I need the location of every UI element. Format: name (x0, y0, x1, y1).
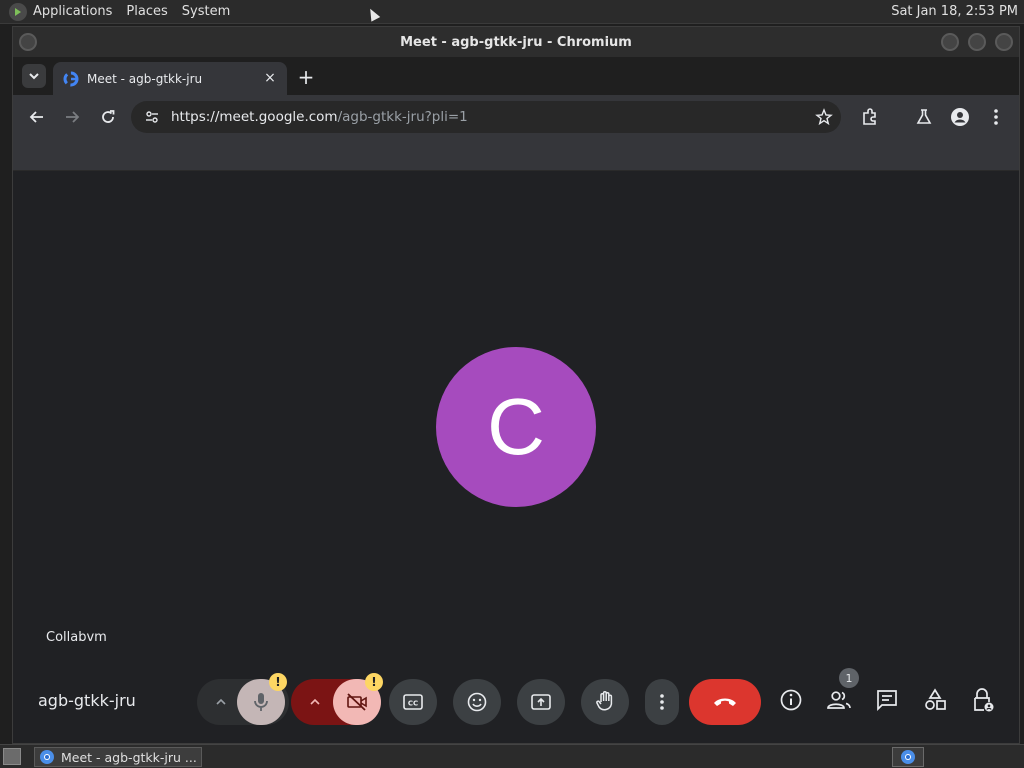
tab-strip: Meet - agb-gtkk-jru × + (13, 57, 1019, 95)
menu-applications[interactable]: Applications (33, 4, 112, 19)
top-panel: Applications Places System Sat Jan 18, 2… (0, 0, 1024, 24)
emoji-smile-icon (467, 692, 487, 712)
back-button[interactable] (25, 105, 49, 129)
svg-text:CC: CC (408, 700, 418, 708)
google-favicon-icon (63, 71, 79, 86)
microphone-icon (254, 693, 268, 711)
present-screen-icon (531, 694, 551, 710)
chevron-up-icon (216, 698, 226, 705)
browser-window: Meet - agb-gtkk-jru - Chromium Meet - ag… (12, 26, 1020, 744)
leave-call-button[interactable] (689, 679, 761, 725)
extensions-icon[interactable] (859, 106, 881, 128)
activities-shapes-icon (925, 688, 946, 710)
maximize-icon[interactable] (968, 33, 986, 51)
taskbar-item-chromium[interactable]: Meet - agb-gtkk-jru ... (34, 747, 202, 767)
present-screen-button[interactable] (517, 679, 565, 725)
participants-count-badge: 1 (839, 668, 859, 688)
hang-up-icon (714, 698, 736, 706)
tab-search-button[interactable] (22, 64, 46, 88)
meeting-details-button[interactable] (777, 686, 805, 714)
reload-icon (102, 110, 115, 123)
chromium-icon (40, 750, 54, 764)
taskbar-item-label: Meet - agb-gtkk-jru ... (61, 749, 197, 765)
browser-toolbar: https://meet.google.com/agb-gtkk-jru?pli… (13, 95, 1019, 139)
reactions-button[interactable] (453, 679, 501, 725)
mic-warning-badge: ! (269, 673, 287, 691)
raise-hand-button[interactable] (581, 679, 629, 725)
labs-flask-icon[interactable] (913, 106, 935, 128)
lock-person-icon (974, 688, 994, 712)
show-desktop-icon[interactable] (3, 748, 21, 765)
tab-title: Meet - agb-gtkk-jru (87, 71, 203, 86)
tray-chromium-icon[interactable] (892, 747, 924, 767)
camera-warning-badge: ! (365, 673, 383, 691)
closed-captions-icon: CC (403, 694, 423, 710)
applications-logo-icon[interactable] (9, 2, 27, 21)
people-button[interactable] (825, 686, 853, 714)
bottom-taskbar: Meet - agb-gtkk-jru ... (0, 744, 1024, 768)
new-tab-button[interactable]: + (295, 65, 317, 89)
more-vertical-icon (660, 694, 664, 710)
captions-button[interactable]: CC (389, 679, 437, 725)
forward-button[interactable] (60, 105, 84, 129)
address-bar[interactable]: https://meet.google.com/agb-gtkk-jru?pli… (131, 101, 841, 133)
reload-button[interactable] (96, 105, 120, 129)
tab-meet[interactable]: Meet - agb-gtkk-jru × (53, 62, 287, 95)
participant-avatar: C (436, 347, 596, 507)
chevron-up-icon (310, 698, 320, 705)
window-title: Meet - agb-gtkk-jru - Chromium (400, 34, 632, 50)
meet-stage: C Collabvm agb-gtkk-jru ! ! CC 1 (13, 171, 1019, 743)
chat-button[interactable] (873, 686, 901, 714)
menu-system[interactable]: System (182, 4, 230, 19)
tab-close-icon[interactable]: × (261, 69, 279, 87)
more-options-button[interactable] (645, 679, 679, 725)
people-icon (827, 691, 851, 709)
arrow-left-icon (29, 111, 43, 123)
panel-clock[interactable]: Sat Jan 18, 2:53 PM (891, 4, 1018, 19)
profile-avatar-icon[interactable] (949, 106, 971, 128)
meeting-code: agb-gtkk-jru (38, 691, 136, 710)
arrow-right-icon (66, 111, 80, 123)
url-host: https://meet.google.com (171, 109, 338, 125)
camera-off-icon (347, 693, 367, 711)
minimize-icon[interactable] (941, 33, 959, 51)
chat-icon (877, 690, 897, 712)
close-window-icon[interactable] (995, 33, 1013, 51)
raise-hand-icon (596, 691, 613, 711)
chevron-down-icon (29, 73, 39, 80)
browser-menu-icon[interactable] (985, 106, 1007, 128)
window-menu-icon[interactable] (19, 33, 37, 51)
participant-name-label: Collabvm (46, 630, 107, 645)
bookmark-star-icon[interactable] (815, 108, 833, 126)
activities-button[interactable] (921, 686, 949, 714)
host-controls-button[interactable] (969, 686, 997, 714)
site-settings-icon[interactable] (143, 108, 161, 126)
window-titlebar[interactable]: Meet - agb-gtkk-jru - Chromium (13, 27, 1019, 57)
bookmarks-bar (13, 139, 1019, 171)
menu-places[interactable]: Places (126, 4, 167, 19)
info-icon (780, 689, 802, 711)
url-path: /agb-gtkk-jru?pli=1 (337, 109, 468, 125)
